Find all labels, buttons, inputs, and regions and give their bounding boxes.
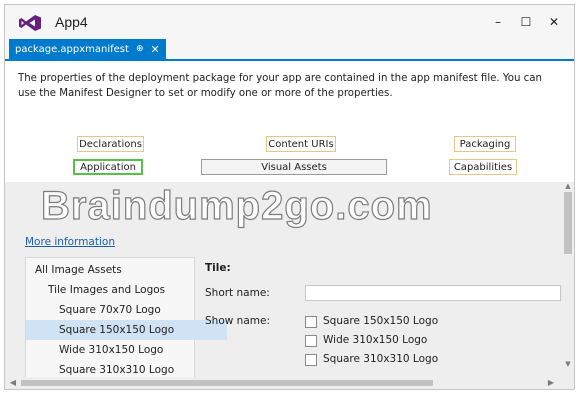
show-name-label: Show name: <box>205 315 270 327</box>
tab-content-uris[interactable]: Content URIs <box>266 136 336 152</box>
visual-assets-panel: Braindump2go.com More information All Im… <box>5 182 574 389</box>
app-window: App4 – ☐ ✕ package.appxmanifest ⊕ ✕ The … <box>4 4 575 390</box>
tile-heading: Tile: <box>205 262 231 274</box>
window-title: App4 <box>55 14 88 30</box>
maximize-icon[interactable]: ☐ <box>513 11 539 33</box>
tab-visual-assets[interactable]: Visual Assets <box>201 159 387 175</box>
tab-package-appxmanifest[interactable]: package.appxmanifest ⊕ ✕ <box>9 39 166 59</box>
document-tab-strip: package.appxmanifest ⊕ ✕ <box>5 39 574 61</box>
pin-icon[interactable]: ⊕ <box>136 44 144 54</box>
tab-close-icon[interactable]: ✕ <box>150 43 159 56</box>
tree-item-all-image-assets[interactable]: All Image Assets <box>26 260 203 280</box>
manifest-description: The properties of the deployment package… <box>18 73 542 99</box>
show-name-square-310x310-checkbox[interactable] <box>305 354 317 366</box>
vertical-scrollbar[interactable]: ▲ ▼ <box>563 182 573 372</box>
short-name-input[interactable] <box>305 285 561 301</box>
show-name-wide-310x150-checkbox[interactable] <box>305 335 317 347</box>
scroll-right-icon[interactable]: ▶ <box>545 377 557 389</box>
close-icon[interactable]: ✕ <box>541 11 567 33</box>
short-name-label: Short name: <box>205 287 270 299</box>
title-bar: App4 – ☐ ✕ <box>5 5 574 39</box>
vertical-scroll-thumb[interactable] <box>564 192 572 254</box>
watermark: Braindump2go.com <box>40 183 433 228</box>
show-name-square-150x150-label: Square 150x150 Logo <box>323 315 439 327</box>
image-assets-tree: All Image Assets Tile Images and Logos S… <box>25 257 227 383</box>
tree-item-square-70x70-logo[interactable]: Square 70x70 Logo <box>26 300 227 320</box>
show-name-square-150x150-checkbox[interactable] <box>305 316 317 328</box>
scroll-up-icon[interactable]: ▲ <box>563 182 573 190</box>
tile-settings-form: Tile: Short name: Show name: Square 150x… <box>205 262 565 389</box>
manifest-designer: The properties of the deployment package… <box>5 61 574 389</box>
show-name-square-310x310-label: Square 310x310 Logo <box>323 353 439 365</box>
horizontal-scroll-thumb[interactable] <box>21 380 433 386</box>
tab-declarations[interactable]: Declarations <box>77 136 144 152</box>
tab-capabilities[interactable]: Capabilities <box>449 159 517 175</box>
more-information-link[interactable]: More information <box>25 236 115 248</box>
tree-item-square-150x150-logo[interactable]: Square 150x150 Logo <box>26 320 227 340</box>
tab-application[interactable]: Application <box>73 159 143 175</box>
tree-item-tile-images-and-logos[interactable]: Tile Images and Logos <box>26 280 216 300</box>
horizontal-scrollbar[interactable]: ◀ ▶ <box>5 377 574 389</box>
tab-label: package.appxmanifest <box>15 43 129 55</box>
scroll-down-icon[interactable]: ▼ <box>563 360 573 368</box>
scroll-left-icon[interactable]: ◀ <box>7 377 19 389</box>
visual-studio-logo-icon <box>19 15 41 31</box>
tree-item-wide-310x150-logo[interactable]: Wide 310x150 Logo <box>26 340 227 360</box>
minimize-icon[interactable]: – <box>485 11 511 33</box>
tab-packaging[interactable]: Packaging <box>454 136 516 152</box>
show-name-wide-310x150-label: Wide 310x150 Logo <box>323 334 428 346</box>
